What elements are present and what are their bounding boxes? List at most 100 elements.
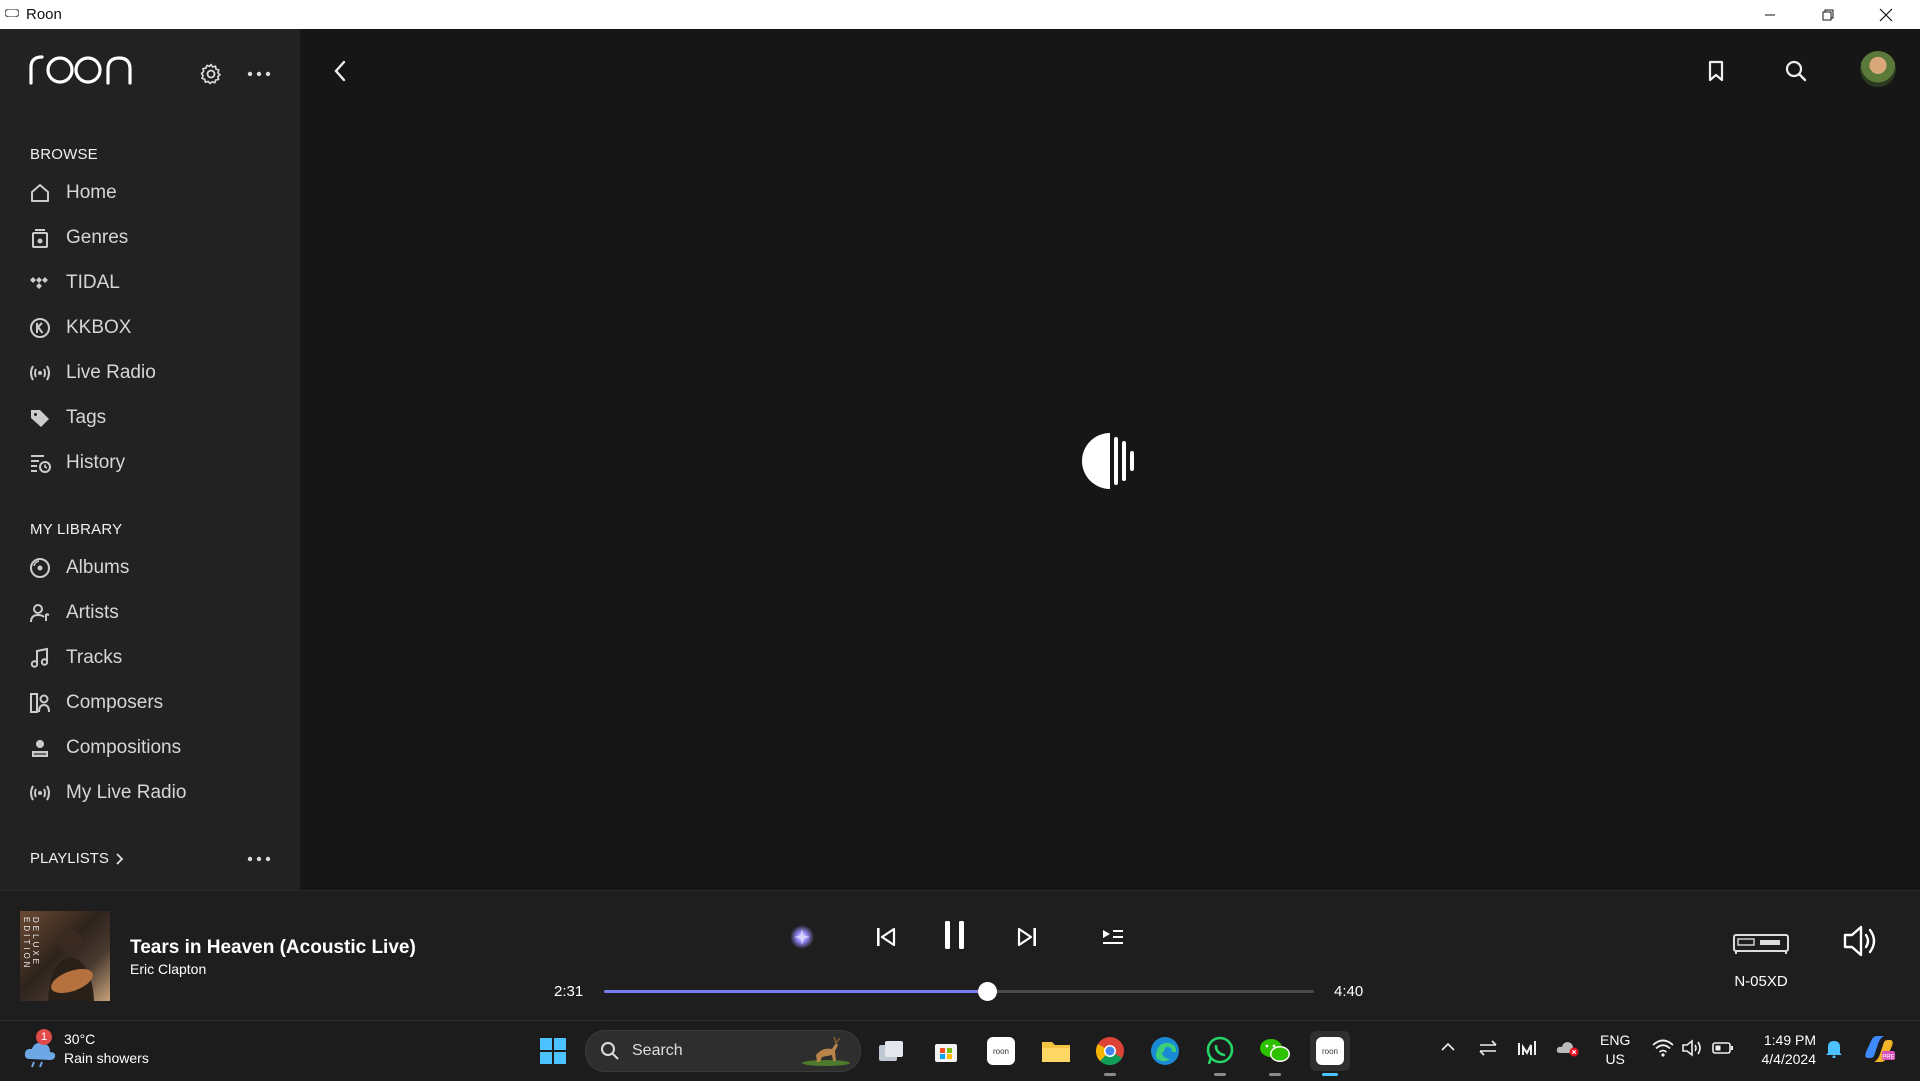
- sidebar: BROWSE Home Genres TIDAL KKBOX Live Radi…: [0, 29, 300, 890]
- search-placeholder: Search: [632, 1042, 683, 1059]
- bookmark-button[interactable]: [1698, 53, 1734, 89]
- sidebar-item-artists[interactable]: Artists: [0, 592, 300, 632]
- sidebar-item-tidal[interactable]: TIDAL: [0, 262, 300, 302]
- copilot-button[interactable]: PRE: [1862, 1034, 1896, 1064]
- sidebar-item-label: My Live Radio: [66, 782, 187, 803]
- taskbar-edge[interactable]: [1145, 1031, 1185, 1071]
- input-language-indicator[interactable]: ENG US: [1600, 1031, 1630, 1069]
- track-artist[interactable]: Eric Clapton: [130, 961, 206, 977]
- edge-icon: [1151, 1037, 1179, 1065]
- back-button[interactable]: [322, 53, 358, 89]
- sidebar-item-label: History: [66, 452, 126, 473]
- seek-bar[interactable]: [604, 982, 1314, 1001]
- search-icon: [601, 1042, 619, 1060]
- sidebar-item-history[interactable]: History: [0, 442, 300, 482]
- more-dots-icon: [247, 856, 271, 862]
- sidebar-item-label: Compositions: [66, 737, 182, 758]
- loading-logo-icon: [1080, 431, 1140, 491]
- weather-temperature: 30°C: [64, 1031, 96, 1047]
- queue-button[interactable]: [1093, 917, 1133, 957]
- radio-icon: [30, 365, 50, 381]
- region-code: US: [1605, 1051, 1625, 1067]
- seek-handle[interactable]: [978, 982, 998, 1001]
- taskbar-microsoft-store[interactable]: [926, 1031, 966, 1071]
- taskbar-chrome[interactable]: [1090, 1031, 1130, 1076]
- sidebar-item-tags[interactable]: Tags: [0, 397, 300, 437]
- show-hidden-icons-button[interactable]: [1440, 1039, 1456, 1055]
- search-button[interactable]: [1778, 53, 1814, 89]
- queue-icon: [1103, 930, 1123, 944]
- tidal-icon: [30, 277, 48, 289]
- sidebar-item-genres[interactable]: Genres: [0, 217, 300, 257]
- previous-track-button[interactable]: [866, 917, 906, 957]
- task-view-icon: [879, 1041, 903, 1061]
- taskbar-wechat[interactable]: [1255, 1031, 1295, 1076]
- tray-transfer-icon-button[interactable]: [1478, 1039, 1498, 1057]
- radio-sparkle-button[interactable]: [782, 917, 822, 957]
- taskbar-task-view[interactable]: [871, 1031, 911, 1071]
- album-cover[interactable]: DELUXE EDITION: [20, 911, 110, 1001]
- taskbar-search-input[interactable]: Search: [585, 1030, 861, 1072]
- sidebar-item-live-radio[interactable]: Live Radio: [0, 352, 300, 392]
- next-track-button[interactable]: [1007, 917, 1047, 957]
- tray-meter-icon-button[interactable]: [1517, 1039, 1537, 1057]
- weather-widget[interactable]: 1 30°C Rain showers: [22, 1029, 149, 1069]
- battery-icon: [1712, 1042, 1733, 1054]
- tray-battery-button[interactable]: [1712, 1039, 1734, 1057]
- window-title: Roon: [26, 6, 62, 23]
- pause-button[interactable]: [935, 915, 975, 955]
- taskbar-file-explorer[interactable]: [1036, 1031, 1076, 1071]
- settings-button[interactable]: [196, 59, 226, 89]
- close-button[interactable]: [1857, 0, 1915, 29]
- roon-app-icon: roon: [1316, 1037, 1344, 1065]
- tray-network-button[interactable]: [1652, 1039, 1674, 1057]
- deer-search-highlight-icon: [802, 1036, 850, 1066]
- roon-logo[interactable]: [28, 51, 134, 85]
- more-options-button[interactable]: [244, 59, 274, 89]
- transfer-icon: [1479, 1040, 1497, 1056]
- now-playing-bar: DELUXE EDITION Tears in Heaven (Acoustic…: [0, 890, 1920, 1021]
- sidebar-item-kkbox[interactable]: KKBOX: [0, 307, 300, 347]
- sidebar-item-tracks[interactable]: Tracks: [0, 637, 300, 677]
- volume-icon: [1843, 925, 1876, 957]
- minimize-icon: [1765, 14, 1775, 15]
- system-clock[interactable]: 1:49 PM 4/4/2024: [1752, 1031, 1817, 1069]
- volume-button[interactable]: [1840, 921, 1880, 961]
- sidebar-item-compositions[interactable]: Compositions: [0, 727, 300, 767]
- running-indicator: [1214, 1073, 1226, 1076]
- sidebar-item-my-live-radio[interactable]: My Live Radio: [0, 772, 300, 812]
- taskbar-roon-app[interactable]: roon: [981, 1031, 1021, 1071]
- sidebar-item-label: Artists: [66, 602, 119, 623]
- restore-icon: [1822, 9, 1834, 20]
- user-avatar[interactable]: [1860, 51, 1896, 87]
- playlists-link[interactable]: PLAYLISTS: [30, 850, 125, 867]
- more-dots-icon: [247, 71, 271, 77]
- playlists-more-button[interactable]: [244, 844, 274, 874]
- sidebar-item-composers[interactable]: Composers: [0, 682, 300, 722]
- sidebar-item-albums[interactable]: Albums: [0, 547, 300, 587]
- music-note-icon: [30, 647, 49, 668]
- notifications-button[interactable]: [1825, 1038, 1843, 1058]
- sidebar-item-label: Home: [66, 182, 117, 203]
- tray-onedrive-button[interactable]: [1556, 1039, 1580, 1057]
- pause-icon: [945, 921, 964, 949]
- svg-text:roon: roon: [993, 1047, 1009, 1056]
- zone-device-name[interactable]: N-05XD: [1730, 973, 1792, 990]
- sidebar-item-home[interactable]: Home: [0, 172, 300, 212]
- sidebar-item-label: KKBOX: [66, 317, 132, 338]
- language-code: ENG: [1600, 1032, 1631, 1048]
- chrome-icon: [1096, 1037, 1124, 1066]
- minimize-button[interactable]: [1741, 0, 1799, 29]
- active-indicator: [1322, 1073, 1338, 1076]
- elapsed-time: 2:31: [554, 983, 584, 1000]
- zone-device-button[interactable]: [1730, 925, 1792, 961]
- taskbar-whatsapp[interactable]: [1200, 1031, 1240, 1076]
- library-section-label: MY LIBRARY: [30, 521, 123, 538]
- sidebar-item-label: TIDAL: [66, 272, 120, 293]
- tray-volume-button[interactable]: [1681, 1039, 1703, 1057]
- track-title[interactable]: Tears in Heaven (Acoustic Live): [130, 937, 416, 959]
- wechat-icon: [1260, 1039, 1290, 1062]
- taskbar-roon-active[interactable]: roon: [1310, 1031, 1350, 1076]
- restore-button[interactable]: [1799, 0, 1857, 29]
- start-button[interactable]: [533, 1031, 573, 1071]
